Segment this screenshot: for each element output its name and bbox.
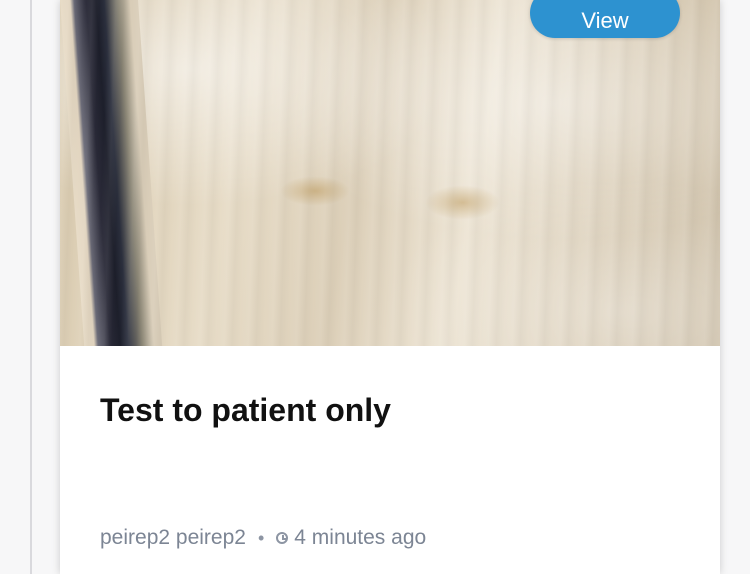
screen: View Test to patient only peirep2 peirep… <box>0 0 750 574</box>
view-button[interactable]: View <box>530 0 680 38</box>
timestamp: 4 minutes ago <box>276 526 426 550</box>
time-ago: 4 minutes ago <box>294 526 427 549</box>
clock-icon <box>276 532 289 544</box>
author-name: peirep2 peirep2 <box>100 526 246 549</box>
left-border <box>30 0 32 574</box>
image-texture <box>60 0 720 346</box>
post-title: Test to patient only <box>100 392 391 428</box>
post-image[interactable]: View <box>60 0 720 346</box>
separator-dot: • <box>257 528 265 548</box>
post-meta: peirep2 peirep2 • 4 minutes ago <box>100 526 426 550</box>
image-spot <box>280 176 350 206</box>
card-content: Test to patient only peirep2 peirep2 • 4… <box>100 346 700 574</box>
image-spot <box>425 185 500 220</box>
post-card[interactable]: View Test to patient only peirep2 peirep… <box>60 0 720 574</box>
